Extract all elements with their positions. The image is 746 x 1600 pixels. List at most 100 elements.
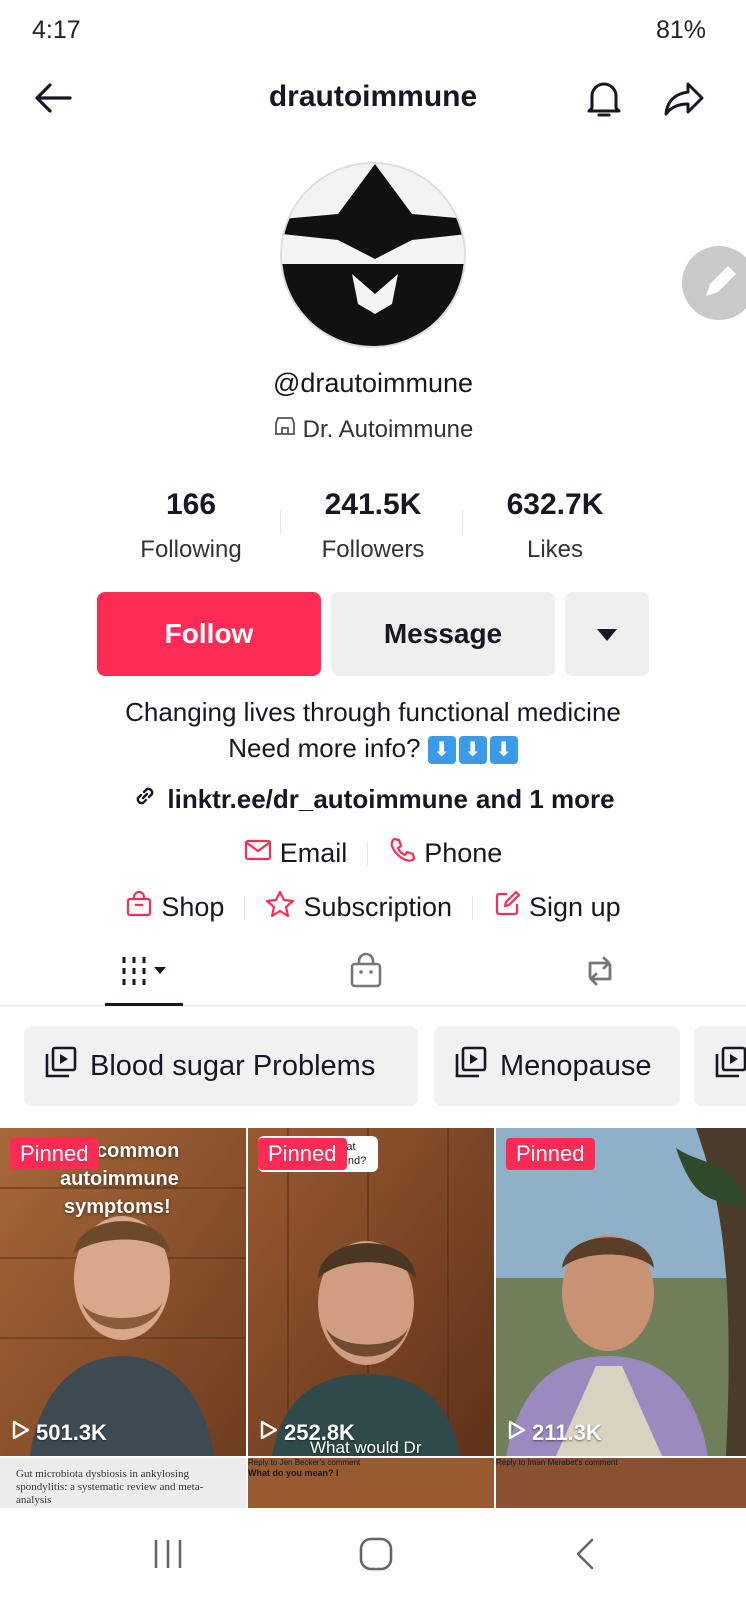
shopping-bag-icon xyxy=(346,951,386,996)
video-overlay-text: symptoms! xyxy=(64,1196,171,1218)
system-nav-bar xyxy=(0,1508,746,1600)
video-thumbnail-image xyxy=(248,1128,494,1456)
stat-label: Following xyxy=(140,536,242,563)
shop-badge-icon xyxy=(273,414,297,445)
reply-label: Reply to Iman Merabet's comment xyxy=(496,1458,618,1467)
avatar[interactable] xyxy=(280,162,466,348)
email-button[interactable]: Email xyxy=(224,838,368,869)
play-icon xyxy=(12,1420,30,1446)
profile-handle: @drautoimmune xyxy=(273,368,473,398)
stat-likes[interactable]: 632.7K Likes xyxy=(464,488,646,568)
comment-bubble: Reply to Jen Becker's comment What do yo… xyxy=(248,1458,388,1478)
bio-text: Need more info? xyxy=(228,733,421,763)
video-thumbnail[interactable]: common autoimmune symptoms! Pinned 501.3… xyxy=(0,1128,246,1456)
phone-label: Phone xyxy=(424,838,503,868)
subscription-button[interactable]: Subscription xyxy=(245,890,472,925)
playlist-icon xyxy=(454,1045,488,1087)
stat-value: 166 xyxy=(165,488,217,521)
view-count-label: 501.3K xyxy=(36,1420,107,1445)
comment-bubble: Reply to Iman Merabet's comment xyxy=(496,1458,626,1468)
display-name: Dr. Autoimmune xyxy=(302,415,474,443)
shop-button[interactable]: Shop xyxy=(105,890,244,925)
message-button[interactable]: Message xyxy=(331,592,555,676)
video-thumbnail[interactable]: Gut microbiota dysbiosis in ankylosing s… xyxy=(0,1458,246,1510)
active-tab-indicator xyxy=(105,1003,183,1006)
view-count: 252.8K xyxy=(260,1420,355,1446)
playlist-chip[interactable]: Menopause xyxy=(434,1026,680,1106)
video-thumbnail-image xyxy=(496,1128,746,1456)
stat-label: Likes xyxy=(526,536,584,563)
follow-button[interactable]: Follow xyxy=(97,592,321,676)
link-more[interactable]: and 1 more xyxy=(476,784,615,815)
grid-icon xyxy=(114,951,174,996)
paper-title-text: Gut microbiota dysbiosis in ankylosing s… xyxy=(16,1468,204,1506)
stat-divider xyxy=(462,510,463,534)
playlist-row: Blood sugar Problems Menopause xyxy=(24,1026,746,1106)
pinned-badge: Pinned xyxy=(506,1138,595,1170)
tab-videos[interactable] xyxy=(104,948,184,998)
sign-up-button[interactable]: Sign up xyxy=(473,890,641,925)
play-icon xyxy=(260,1420,278,1446)
view-count-label: 252.8K xyxy=(284,1420,355,1445)
view-count-label: 211.3K xyxy=(532,1420,602,1445)
subscription-label: Subscription xyxy=(303,892,453,922)
home-icon[interactable] xyxy=(356,1534,396,1574)
caret-down-icon xyxy=(596,618,618,650)
playlist-icon xyxy=(714,1045,746,1087)
status-battery: 81% xyxy=(655,16,706,44)
bio-line: Changing lives through functional medici… xyxy=(125,697,621,727)
status-time: 4:17 xyxy=(32,16,81,44)
playlist-icon xyxy=(44,1045,78,1087)
playlist-label: Menopause xyxy=(500,1049,652,1082)
down-arrow-emoji: ⬇ xyxy=(458,736,487,765)
reply-label: Reply to Jen Becker's comment xyxy=(248,1458,361,1467)
display-name-row: Dr. Autoimmune xyxy=(0,414,746,445)
video-overlay-text: common xyxy=(96,1140,180,1162)
playlist-label: Blood sugar Problems xyxy=(90,1049,376,1082)
bio-line-2: Need more info? ⬇ ⬇ ⬇ xyxy=(0,730,746,766)
video-thumbnail[interactable]: Pinned 211.3K xyxy=(496,1128,746,1456)
profile-stats: 166 Following 241.5K Followers 632.7K Li… xyxy=(100,488,646,568)
video-overlay-text: autoimmune xyxy=(60,1168,179,1190)
tab-reposts[interactable] xyxy=(560,948,640,998)
bell-icon[interactable] xyxy=(580,74,628,122)
video-thumbnail[interactable]: Reply to Jen Becker's comment What do yo… xyxy=(248,1458,494,1510)
header-title: drautoimmune xyxy=(268,80,478,113)
stat-value: 632.7K xyxy=(506,488,604,521)
video-grid: common autoimmune symptoms! Pinned 501.3… xyxy=(0,1128,746,1510)
comment-text: What do you mean? I xyxy=(248,1468,339,1478)
bio-link[interactable]: linktr.ee/dr_autoimmune and 1 more xyxy=(0,782,746,817)
profile-header: drautoimmune xyxy=(0,60,746,134)
more-options-button[interactable] xyxy=(565,592,649,676)
stat-divider xyxy=(280,510,281,534)
video-thumbnail[interactable]: Hashimoto's, what do you recommend? What… xyxy=(248,1128,494,1456)
phone-button[interactable]: Phone xyxy=(368,836,522,871)
video-thumbnail[interactable]: Reply to Iman Merabet's comment xyxy=(496,1458,746,1510)
view-count: 501.3K xyxy=(12,1420,107,1446)
star-icon xyxy=(265,890,295,925)
stat-value: 241.5K xyxy=(324,488,422,521)
edit-square-icon xyxy=(493,890,521,925)
bio-arrows: ⬇ ⬇ ⬇ xyxy=(427,736,518,765)
link-url[interactable]: linktr.ee/dr_autoimmune xyxy=(167,784,468,815)
edit-icon[interactable] xyxy=(682,246,746,320)
play-icon xyxy=(508,1420,526,1446)
playlist-chip[interactable] xyxy=(694,1026,746,1106)
stat-following[interactable]: 166 Following xyxy=(100,488,282,568)
share-icon[interactable] xyxy=(660,74,708,122)
shopping-bag-icon xyxy=(125,890,153,925)
stat-label: Followers xyxy=(321,536,425,563)
sign-up-label: Sign up xyxy=(529,892,621,922)
tab-shop[interactable] xyxy=(326,948,406,998)
back-nav-icon[interactable] xyxy=(566,1534,606,1574)
profile-bio: Changing lives through functional medici… xyxy=(0,694,746,766)
stat-followers[interactable]: 241.5K Followers xyxy=(282,488,464,568)
down-arrow-emoji: ⬇ xyxy=(427,736,456,765)
mail-icon xyxy=(244,838,272,869)
contact-row: Email Phone xyxy=(0,836,746,871)
playlist-chip[interactable]: Blood sugar Problems xyxy=(24,1026,418,1106)
recent-apps-icon[interactable] xyxy=(148,1534,188,1574)
repost-icon xyxy=(580,951,620,996)
pinned-badge: Pinned xyxy=(10,1138,99,1170)
link-icon xyxy=(131,782,159,817)
